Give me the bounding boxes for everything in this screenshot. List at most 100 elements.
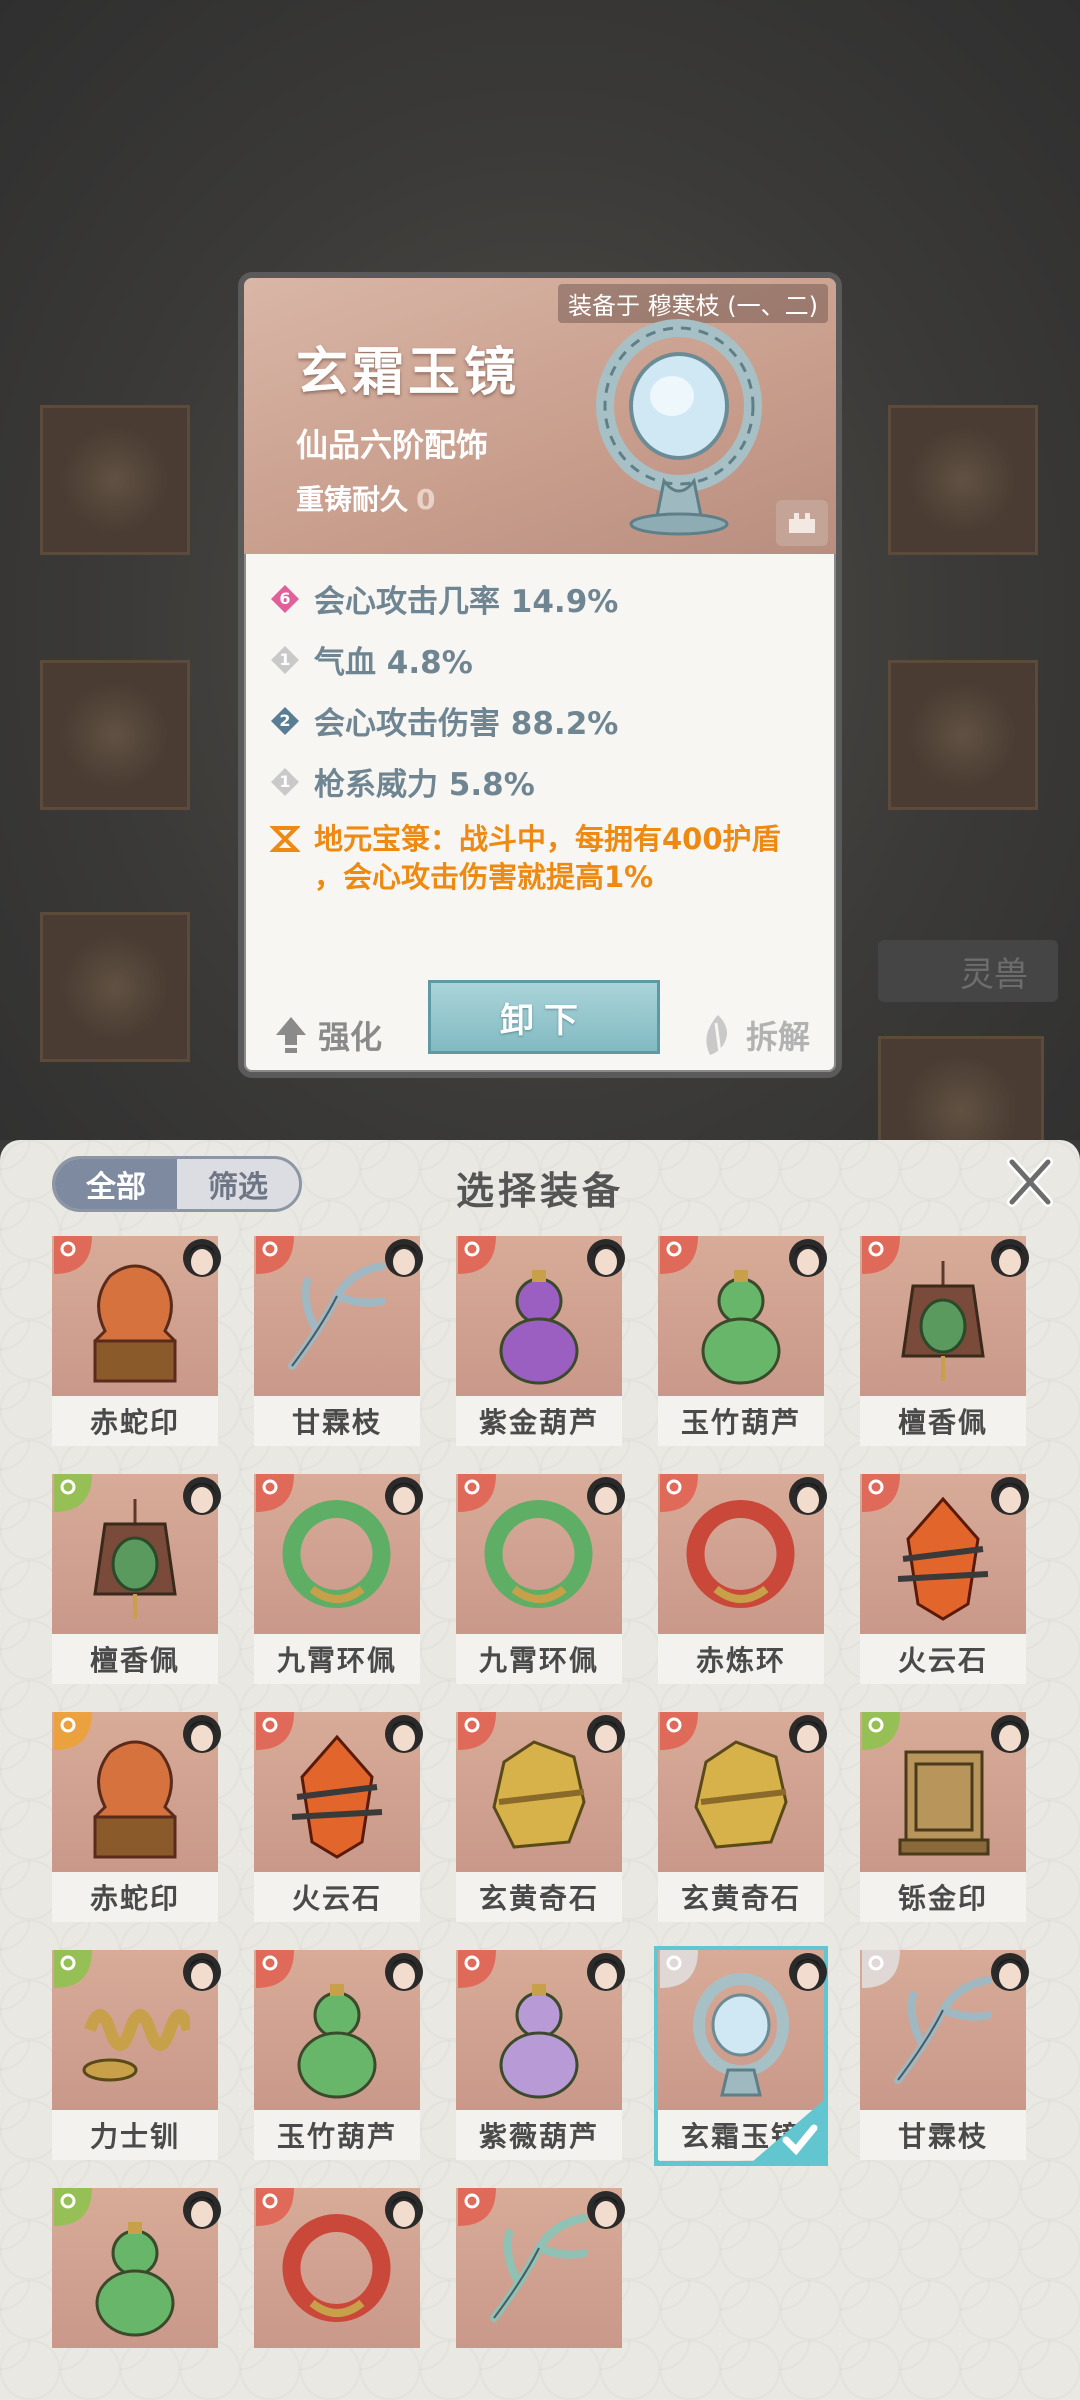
equipment-tile[interactable]: 力士钏 [52, 1950, 221, 2162]
lock-icon [789, 513, 815, 533]
equipment-tile[interactable]: 九霄环佩 [254, 1474, 423, 1686]
equipment-art [52, 2188, 221, 2348]
equipment-art [254, 1950, 423, 2110]
equipment-name: 九霄环佩 [254, 1634, 420, 1684]
ring-item-art [282, 1500, 391, 1608]
equipment-tile[interactable]: 赤蛇印 [52, 1236, 221, 1448]
equipment-tile[interactable]: 玉竹葫芦 [254, 1950, 423, 2162]
up-arrow-icon [276, 1017, 306, 1053]
branch-item-art [894, 1976, 992, 2084]
coil-item-art [82, 2009, 190, 2082]
stat-text: 会心攻击伤害 88.2% [314, 706, 619, 742]
equipment-art [52, 1950, 221, 2110]
special-effect-line2: ，会心攻击伤害就提高1% [314, 860, 654, 894]
special-effect-icon [270, 826, 300, 852]
equipment-tile[interactable]: 玄霜玉镜 [654, 1946, 828, 2166]
equipment-art [456, 1712, 625, 1872]
equipment-name: 紫金葫芦 [456, 1396, 622, 1446]
equipment-tile[interactable]: 檀香佩 [52, 1474, 221, 1686]
seal-item-art [93, 1264, 177, 1383]
crystal-item-art [897, 1496, 989, 1621]
equipment-tile[interactable]: 玉竹葫芦 [658, 1236, 827, 1448]
equipment-name: 赤炼环 [658, 1634, 824, 1684]
equipment-name: 紫薇葫芦 [456, 2110, 622, 2160]
lock-button[interactable] [776, 500, 828, 546]
stats-list: 6 会心攻击几率 14.9% 1 气血 4.8% 2 会心攻击伤害 88.2% … [270, 568, 830, 896]
close-icon[interactable] [1002, 1154, 1058, 1210]
mirror-item-art [596, 319, 762, 536]
equipment-tile[interactable] [456, 2188, 625, 2360]
box-item-art [898, 1750, 990, 1856]
item-grade: 仙品六阶配饰 [296, 426, 489, 464]
equipment-tile[interactable] [52, 2188, 221, 2360]
bg-equip-slot [40, 912, 190, 1062]
equipment-tile[interactable]: 赤蛇印 [52, 1712, 221, 1924]
card-actions: 强化 卸下 拆解 [244, 972, 836, 1072]
equipment-art [456, 1474, 625, 1634]
equipment-art [860, 1712, 1029, 1872]
equipment-name: 赤蛇印 [52, 1872, 218, 1922]
stat-text: 会心攻击几率 14.9% [314, 584, 619, 620]
spirit-beast-label: 灵兽 [960, 954, 1028, 995]
equipment-tile[interactable]: 九霄环佩 [456, 1474, 625, 1686]
equipment-tile[interactable]: 甘霖枝 [254, 1236, 423, 1448]
stat-row: 2 会心攻击伤害 88.2% [270, 690, 830, 751]
dismantle-button[interactable]: 拆解 [700, 1012, 810, 1058]
equipment-name: 玉竹葫芦 [658, 1396, 824, 1446]
equipment-tile[interactable]: 火云石 [254, 1712, 423, 1924]
gem-icon: 6 [270, 584, 300, 614]
gourd-item-art [95, 2222, 175, 2337]
pendant-item-art [901, 1261, 985, 1381]
branch-item-art [490, 2214, 588, 2322]
special-effect: 地元宝箓：战斗中，每拥有400护盾 ，会心攻击伤害就提高1% [270, 820, 830, 896]
bg-equip-slot [888, 660, 1038, 810]
equipment-art [52, 1474, 221, 1634]
equipment-art [456, 1950, 625, 2110]
equipment-name: 玉竹葫芦 [254, 2110, 420, 2160]
equipment-art [860, 1950, 1029, 2110]
stat-text: 气血 4.8% [314, 645, 473, 681]
dismantle-label: 拆解 [745, 1018, 810, 1056]
equipment-name: 檀香佩 [52, 1634, 218, 1684]
crystal-item-art [291, 1734, 383, 1859]
equipment-art [658, 1712, 827, 1872]
gourd-item-art [499, 1270, 579, 1385]
equipment-tile[interactable]: 赤炼环 [658, 1474, 827, 1686]
equipment-art [254, 1712, 423, 1872]
strengthen-button[interactable]: 强化 [274, 1012, 382, 1058]
equipment-name: 甘霖枝 [860, 2110, 1026, 2160]
durability-value: 0 [416, 483, 436, 516]
bg-equip-slot [40, 405, 190, 555]
strengthen-label: 强化 [318, 1018, 383, 1056]
ring-item-art [686, 1500, 795, 1608]
spirit-beast-button: 灵兽 [878, 940, 1058, 1002]
equipment-tile[interactable]: 火云石 [860, 1474, 1029, 1686]
equipment-tile[interactable] [254, 2188, 423, 2360]
equipment-detail-card: 装备于 穆寒枝 (一、二) 玄霜玉镜 仙品六阶配饰 重铸耐久 0 6 会心攻击几率… [238, 272, 842, 1078]
equipment-art [658, 1474, 827, 1634]
unequip-button[interactable]: 卸下 [428, 980, 660, 1054]
equipment-tile[interactable]: 玄黄奇石 [658, 1712, 827, 1924]
equipment-tile[interactable]: 甘霖枝 [860, 1950, 1029, 2162]
equipment-name: 火云石 [860, 1634, 1026, 1684]
equipment-tile[interactable]: 玄黄奇石 [456, 1712, 625, 1924]
equipment-art [860, 1474, 1029, 1634]
equipment-art [658, 1950, 827, 2110]
check-icon [752, 2100, 824, 2162]
rock-item-art [694, 1740, 788, 1849]
gem-icon: 1 [270, 645, 300, 675]
durability: 重铸耐久 0 [296, 478, 436, 518]
equipment-tile[interactable]: 紫薇葫芦 [456, 1950, 625, 2162]
equipment-art [52, 1236, 221, 1396]
rock-item-art [492, 1740, 586, 1849]
bg-equip-slot [888, 405, 1038, 555]
gourd-item-art [297, 1984, 377, 2099]
equipment-art [658, 1236, 827, 1396]
equipment-tile[interactable]: 檀香佩 [860, 1236, 1029, 1448]
equipment-name: 火云石 [254, 1872, 420, 1922]
equipment-tile[interactable]: 紫金葫芦 [456, 1236, 625, 1448]
equipment-name: 赤蛇印 [52, 1396, 218, 1446]
gourd-item-art [499, 1984, 579, 2099]
equipment-tile[interactable]: 铄金印 [860, 1712, 1029, 1924]
equipment-name: 玄黄奇石 [456, 1872, 622, 1922]
